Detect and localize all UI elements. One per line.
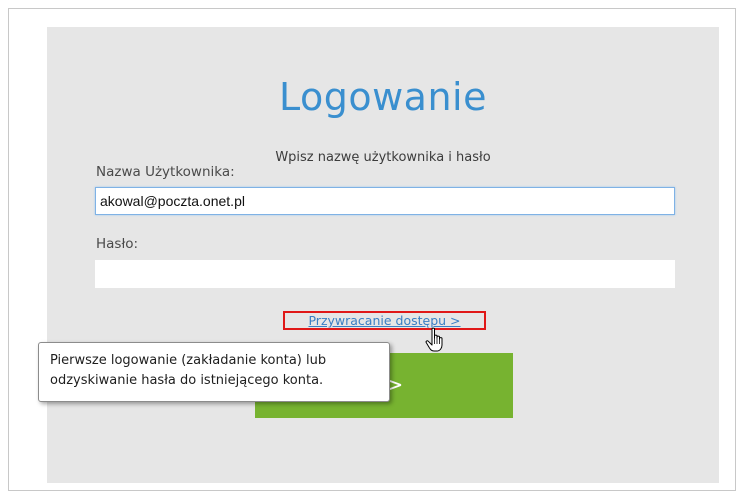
page-title: Logowanie bbox=[278, 75, 487, 119]
login-subtitle: Wpisz nazwę użytkownika i hasło bbox=[275, 150, 491, 165]
recovery-link[interactable]: Przywracanie dostępu > bbox=[283, 311, 486, 330]
recovery-tooltip: Pierwsze logowanie (zakładanie konta) lu… bbox=[38, 342, 390, 402]
hand-pointer-icon bbox=[424, 327, 448, 353]
username-input[interactable] bbox=[95, 187, 675, 215]
username-label: Nazwa Użytkownika: bbox=[96, 164, 235, 180]
tooltip-line-1: Pierwsze logowanie (zakładanie konta) lu… bbox=[50, 353, 327, 368]
tooltip-line-2: odzyskiwanie hasła do istniejącego konta… bbox=[50, 373, 324, 388]
password-label: Hasło: bbox=[96, 236, 139, 252]
password-input[interactable] bbox=[95, 260, 675, 288]
